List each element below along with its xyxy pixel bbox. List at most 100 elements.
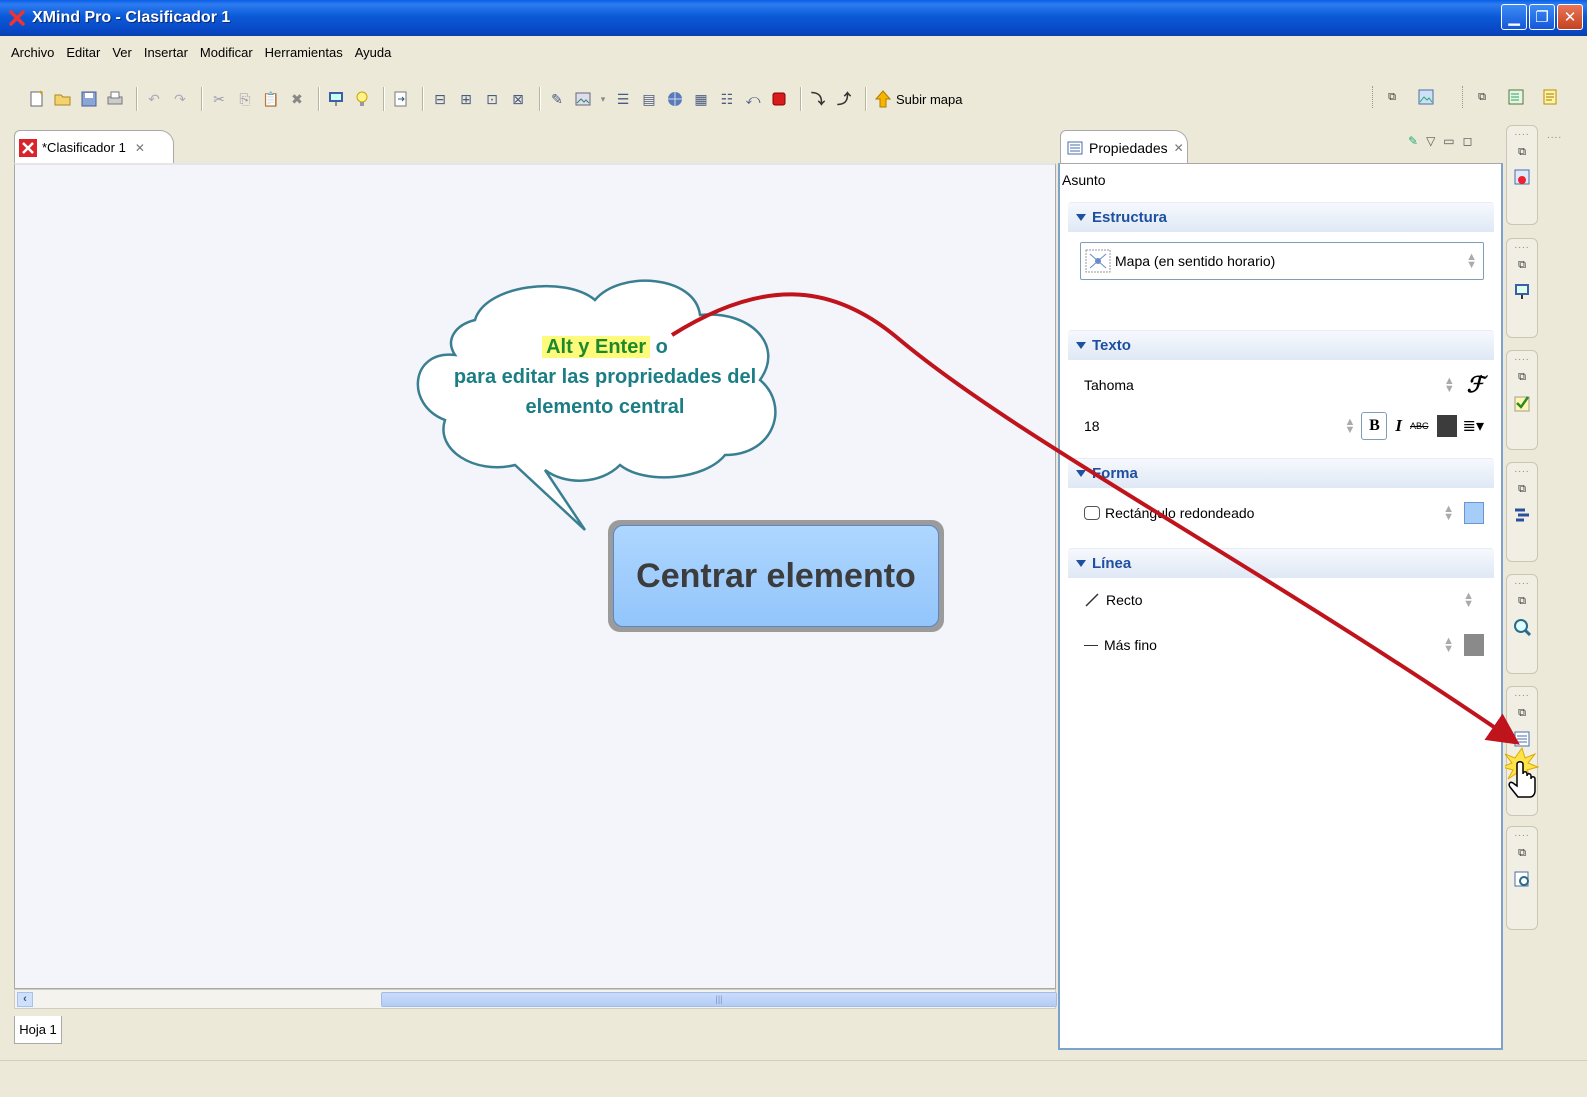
drag-handle[interactable]: .... <box>1514 465 1529 475</box>
section-estructura[interactable]: Estructura <box>1068 202 1494 232</box>
menu-ver[interactable]: Ver <box>111 43 133 62</box>
drag-handle[interactable]: .... <box>1514 689 1529 699</box>
stop-marker-icon[interactable] <box>768 88 790 110</box>
paste-icon[interactable]: 📋 <box>260 88 282 110</box>
maximize-view-icon[interactable]: ◻ <box>1463 134 1473 148</box>
line-color-swatch[interactable] <box>1464 634 1484 656</box>
close-button[interactable]: ✕ <box>1557 4 1583 30</box>
cut-icon[interactable]: ✂ <box>208 88 230 110</box>
dropdown-arrow-icon[interactable]: ▾ <box>598 88 608 110</box>
italic-button[interactable]: I <box>1395 416 1402 436</box>
drag-handle[interactable]: .... <box>1514 829 1529 839</box>
save-icon[interactable] <box>78 88 100 110</box>
view-menu-icon[interactable]: ▽ <box>1426 134 1435 148</box>
image-icon[interactable] <box>572 88 594 110</box>
align-icon[interactable]: ≣▾ <box>1463 416 1484 436</box>
font-spinner-icon[interactable]: ▲ ▼ <box>1444 376 1455 395</box>
restore-icon[interactable]: ⧉ <box>1518 595 1526 608</box>
relationship-icon[interactable]: ⤺ <box>742 88 764 110</box>
undo-icon[interactable]: ↶ <box>143 88 165 110</box>
section-forma[interactable]: Forma <box>1068 458 1494 488</box>
structure-select[interactable]: Mapa (en sentido horario) ▲ ▼ <box>1080 242 1484 280</box>
presentation-icon[interactable] <box>325 88 347 110</box>
section-linea[interactable]: Línea <box>1068 548 1494 578</box>
font-family-row[interactable]: Tahoma ▲ ▼ ℱ <box>1084 372 1484 398</box>
drag-handle[interactable]: .... <box>1514 241 1529 251</box>
drill-down-icon[interactable]: ⤵ <box>807 88 829 110</box>
subir-mapa-button[interactable]: Subir mapa <box>874 90 962 108</box>
label-icon[interactable]: ☷ <box>716 88 738 110</box>
minimize-view-icon[interactable]: ▭ <box>1443 134 1454 148</box>
pin-icon[interactable]: ✎ <box>1408 134 1418 148</box>
open-folder-icon[interactable] <box>52 88 74 110</box>
close-tab-icon[interactable]: ✕ <box>135 141 145 155</box>
drag-handle[interactable]: .... <box>1514 128 1529 138</box>
shape-spinner-icon[interactable]: ▲ ▼ <box>1443 504 1454 523</box>
line-weight-row[interactable]: Más fino ▲ ▼ <box>1084 634 1484 656</box>
menu-ayuda[interactable]: Ayuda <box>354 43 393 62</box>
weight-spinner-icon[interactable]: ▲ ▼ <box>1443 636 1454 655</box>
redo-icon[interactable]: ↷ <box>169 88 191 110</box>
outline-view-icon[interactable] <box>1505 86 1527 108</box>
section-texto[interactable]: Texto <box>1068 330 1494 360</box>
print-icon[interactable] <box>104 88 126 110</box>
notes-icon[interactable]: ▤ <box>638 88 660 110</box>
restore-view-icon[interactable]: ⧉ <box>1381 86 1403 108</box>
hyperlink-globe-icon[interactable] <box>664 88 686 110</box>
drill-up-icon[interactable]: ⤴ <box>833 88 855 110</box>
restore-icon[interactable]: ⧉ <box>1518 259 1526 272</box>
menu-editar[interactable]: Editar <box>65 43 101 62</box>
menu-insertar[interactable]: Insertar <box>143 43 189 62</box>
text-color-swatch[interactable] <box>1436 415 1457 437</box>
maximize-button[interactable]: ❐ <box>1529 4 1555 30</box>
parent-topic-icon[interactable]: ⊡ <box>481 88 503 110</box>
fill-color-swatch[interactable] <box>1464 502 1484 524</box>
close-properties-icon[interactable]: ✕ <box>1174 141 1184 155</box>
font-picker-icon[interactable]: ℱ <box>1467 372 1484 398</box>
minimize-button[interactable]: ▁ <box>1501 4 1527 30</box>
zoom-search-icon[interactable] <box>1513 618 1531 636</box>
image-view-icon[interactable] <box>1415 86 1437 108</box>
restore-icon[interactable]: ⧉ <box>1518 146 1526 159</box>
presentation-view-icon[interactable] <box>1513 282 1531 300</box>
new-icon[interactable] <box>26 88 48 110</box>
font-size-value[interactable]: 18 <box>1084 418 1100 434</box>
menu-herramientas[interactable]: Herramientas <box>264 43 344 62</box>
subtopic-icon[interactable]: ⊞ <box>455 88 477 110</box>
horizontal-scrollbar[interactable]: ‹ ||| <box>14 989 1057 1009</box>
restore-view-icon-2[interactable]: ⧉ <box>1471 86 1493 108</box>
overview-icon[interactable] <box>1513 870 1531 888</box>
restore-icon[interactable]: ⧉ <box>1518 847 1526 860</box>
drag-handle[interactable]: .... <box>1514 353 1529 363</box>
shape-row[interactable]: Rectángulo redondeado ▲ ▼ <box>1084 502 1484 524</box>
summary-icon[interactable]: ▦ <box>690 88 712 110</box>
size-spinner-icon[interactable]: ▲ ▼ <box>1345 417 1356 436</box>
attachment-icon[interactable]: ✎ <box>546 88 568 110</box>
sheet-tab[interactable]: Hoja 1 <box>14 1016 62 1044</box>
line-spinner-icon[interactable]: ▲ ▼ <box>1463 591 1474 610</box>
boundary-icon[interactable]: ☰ <box>612 88 634 110</box>
scroll-left-icon[interactable]: ‹ <box>17 992 33 1007</box>
task-checklist-icon[interactable] <box>1513 394 1531 412</box>
delete-icon[interactable]: ✖ <box>286 88 308 110</box>
notes-view-icon[interactable] <box>1539 86 1561 108</box>
export-icon[interactable] <box>390 88 412 110</box>
drag-handle[interactable]: .... <box>1514 577 1529 587</box>
idea-bulb-icon[interactable] <box>351 88 373 110</box>
floating-topic-icon[interactable]: ⊠ <box>507 88 529 110</box>
bold-button[interactable]: B <box>1361 412 1388 440</box>
scrollbar-thumb[interactable]: ||| <box>381 992 1057 1007</box>
gantt-chart-icon[interactable] <box>1513 506 1531 524</box>
properties-tab[interactable]: Propiedades ✕ <box>1060 130 1188 164</box>
topic-icon[interactable]: ⊟ <box>429 88 451 110</box>
editor-tab-clasificador[interactable]: *Clasificador 1 ✕ <box>14 130 174 164</box>
menu-archivo[interactable]: Archivo <box>10 43 55 62</box>
structure-spinner-icon[interactable]: ▲ ▼ <box>1466 252 1477 271</box>
restore-icon[interactable]: ⧉ <box>1518 483 1526 496</box>
restore-icon[interactable]: ⧉ <box>1518 371 1526 384</box>
copy-icon[interactable]: ⎘ <box>234 88 256 110</box>
menu-modificar[interactable]: Modificar <box>199 43 254 62</box>
strikethrough-button[interactable]: ABC <box>1410 421 1429 431</box>
restore-icon[interactable]: ⧉ <box>1518 707 1526 720</box>
central-topic[interactable]: Centrar elemento <box>608 520 944 632</box>
